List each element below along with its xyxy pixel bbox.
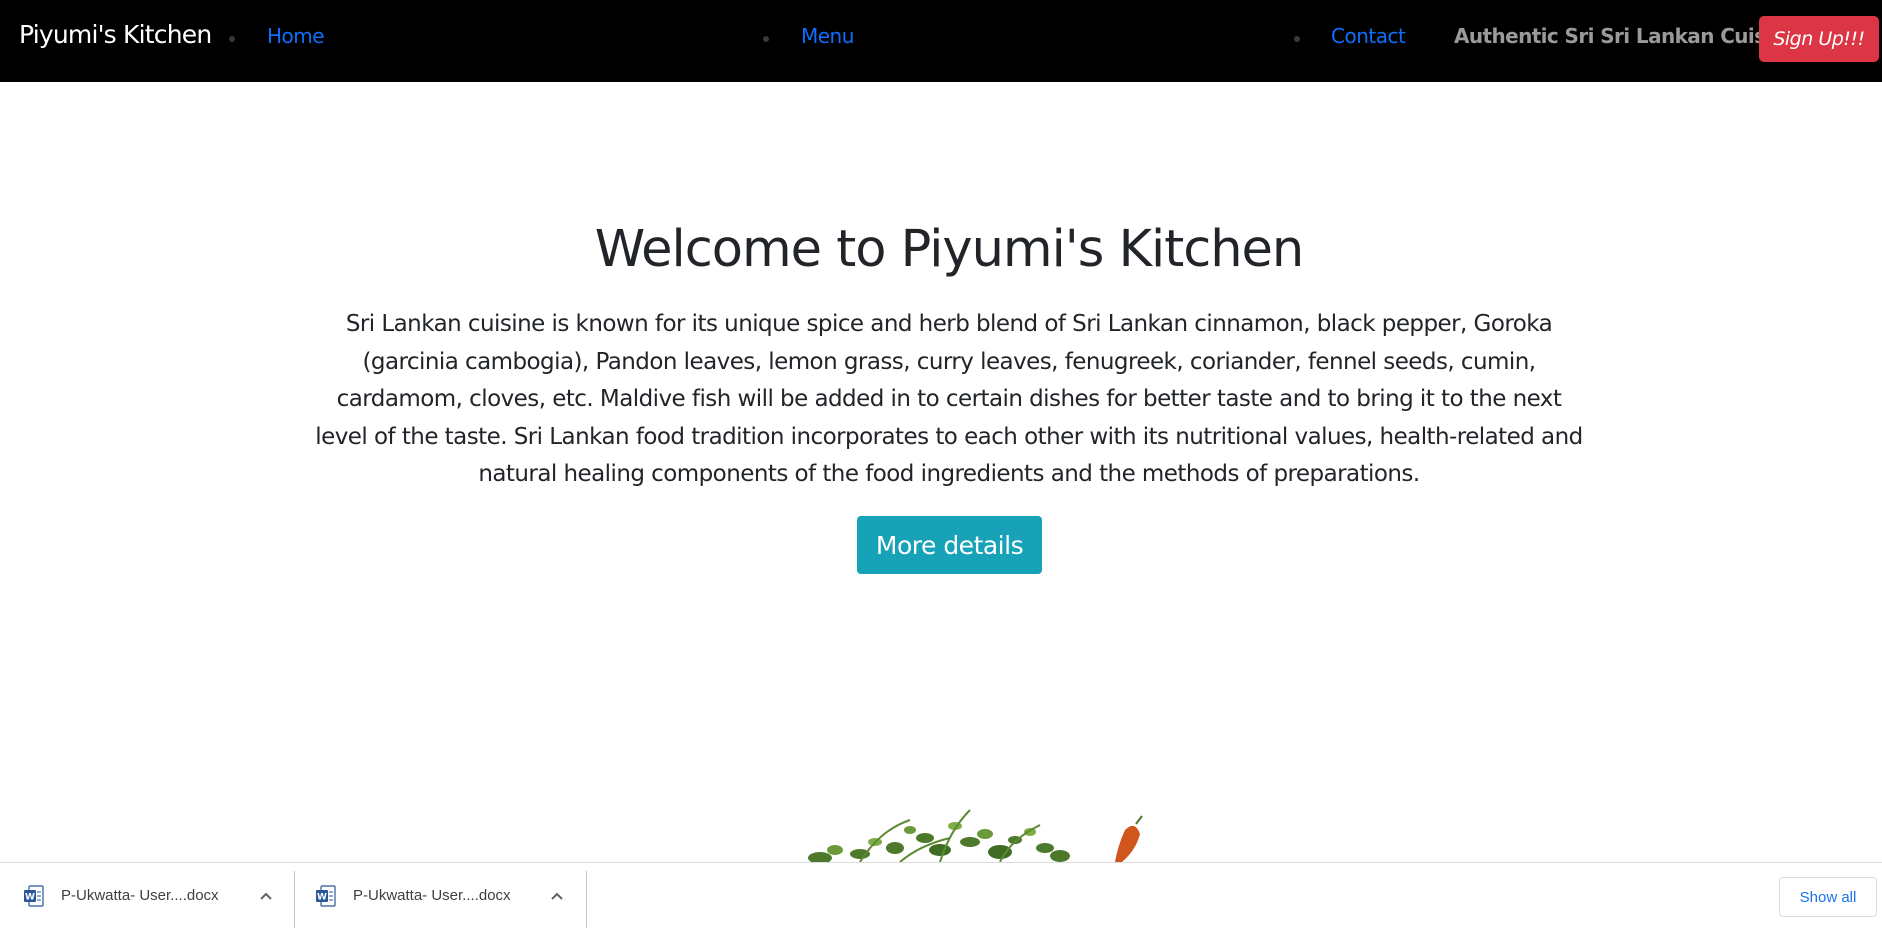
nav-bullet [229, 36, 235, 42]
hero-description: Sri Lankan cuisine is known for its uniq… [315, 311, 1583, 488]
top-navbar: Piyumi's Kitchen Home Menu Contact Authe… [0, 0, 1882, 82]
show-all-downloads-button[interactable]: Show all [1779, 877, 1877, 917]
nav-bullet [763, 36, 769, 42]
brand-logo-link[interactable]: Piyumi's Kitchen [19, 20, 212, 49]
chevron-up-icon[interactable] [258, 889, 274, 903]
download-item-divider [294, 871, 295, 928]
page-title: Welcome to Piyumi's Kitchen [594, 220, 1305, 279]
nav-link-menu[interactable]: Menu [801, 24, 854, 48]
svg-text:W: W [317, 893, 327, 903]
download-item[interactable]: W P-Ukwatta- User....docx [0, 863, 295, 928]
download-filename: P-Ukwatta- User....docx [61, 887, 219, 904]
more-details-button[interactable]: More details [857, 516, 1042, 574]
download-bar: W P-Ukwatta- User....docx W P-Ukwatta- U… [0, 862, 1882, 928]
nav-link-contact[interactable]: Contact [1331, 24, 1406, 48]
svg-text:W: W [25, 893, 35, 903]
download-item[interactable]: W P-Ukwatta- User....docx [296, 863, 586, 928]
herbs-illustration [808, 809, 1143, 862]
word-doc-icon: W [316, 885, 336, 907]
sign-up-button[interactable]: Sign Up!!! [1759, 16, 1879, 62]
nav-bullet [1294, 36, 1300, 42]
download-item-divider [586, 871, 587, 928]
chevron-up-icon[interactable] [549, 889, 565, 903]
download-filename: P-Ukwatta- User....docx [353, 887, 511, 904]
nav-link-home[interactable]: Home [267, 24, 325, 48]
word-doc-icon: W [24, 885, 44, 907]
navbar-tagline: Authentic Sri Sri Lankan Cuisin!! [1454, 24, 1803, 48]
food-herbs-image [800, 790, 1150, 862]
